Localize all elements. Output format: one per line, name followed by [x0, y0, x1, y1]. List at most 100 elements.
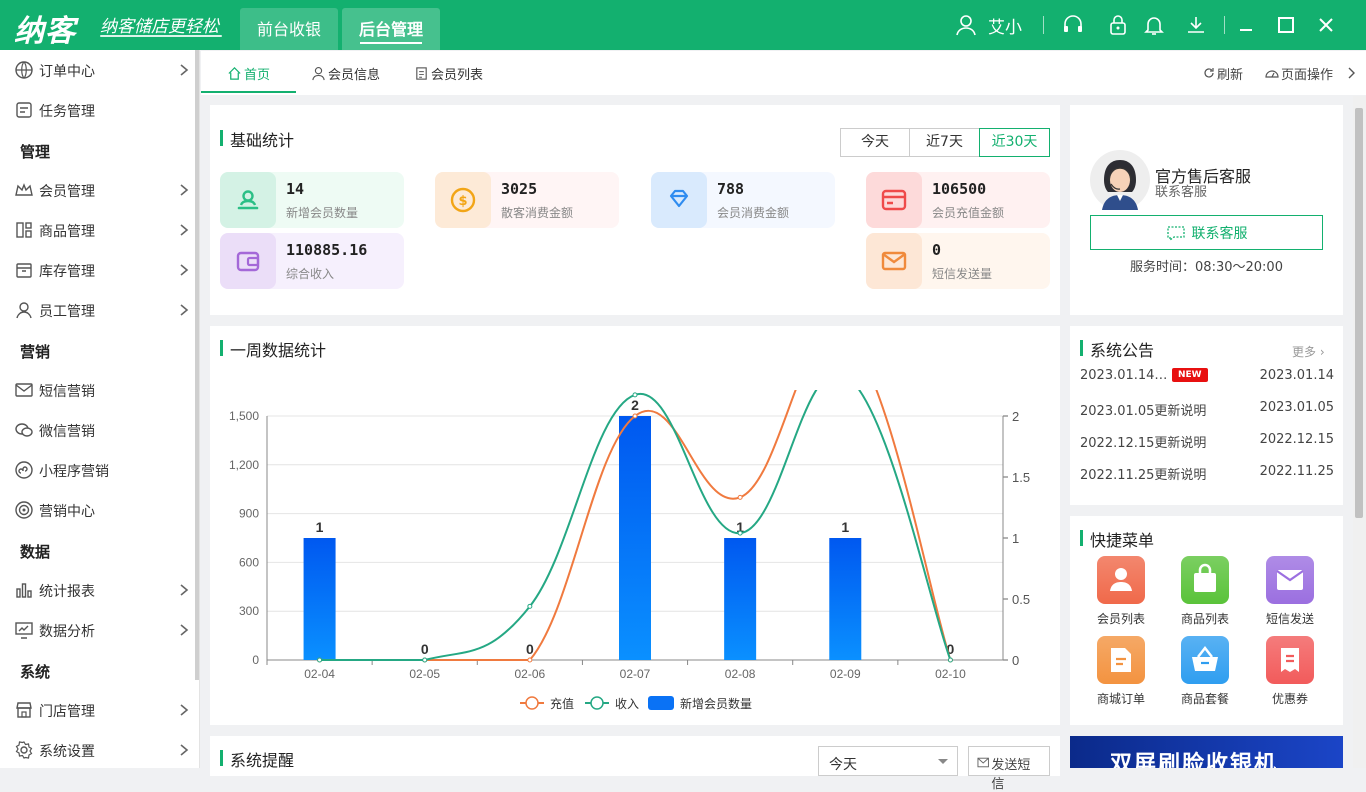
notice-more-link[interactable]: 更多 ›: [1292, 343, 1325, 360]
notice-item[interactable]: 2023.01.05更新说明 2023.01.05: [1080, 400, 1334, 420]
y-right-tick-label: 2: [1012, 409, 1019, 424]
stat-tile[interactable]: 14 新增会员数量: [220, 172, 404, 228]
chevron-right-icon: [180, 584, 189, 596]
sidebar-item[interactable]: 小程序营销: [0, 450, 196, 490]
close-icon[interactable]: [1315, 14, 1337, 36]
quick-menu-title: 快捷菜单: [1079, 527, 1154, 551]
sidebar-item[interactable]: 门店管理: [0, 690, 196, 730]
sidebar-item[interactable]: 数据分析: [0, 610, 196, 650]
tab-label: 会员信息: [328, 67, 381, 83]
range-7days-button[interactable]: 近7天: [909, 128, 980, 157]
quick-menu-item[interactable]: 会员列表: [1086, 556, 1156, 627]
store-icon: [16, 702, 32, 718]
notice-text: 2022.11.25更新说明: [1080, 468, 1207, 483]
sidebar-item[interactable]: 任务管理: [0, 90, 196, 130]
active-tab-underline: [360, 42, 422, 44]
reminder-range-select[interactable]: 今天: [818, 746, 958, 776]
quick-menu-label: 商城订单: [1096, 692, 1145, 706]
tab-member-info[interactable]: 会员信息: [311, 51, 380, 95]
slogan-underline: [100, 35, 222, 37]
range-30days-button[interactable]: 近30天: [979, 128, 1050, 157]
sidebar-item-label: 营销中心: [39, 504, 95, 520]
tab-member-list[interactable]: 会员列表: [414, 51, 483, 95]
sidebar-item[interactable]: 微信营销: [0, 410, 196, 450]
quick-menu-item[interactable]: 商品套餐: [1170, 636, 1240, 707]
y-left-tick-label: 600: [239, 555, 259, 569]
sidebar-item[interactable]: 系统设置: [0, 730, 196, 770]
active-tab-indicator: [201, 91, 296, 93]
sidebar-item[interactable]: 短信营销: [0, 370, 196, 410]
sidebar-item[interactable]: 商品管理: [0, 210, 196, 250]
coupon-icon: [1281, 648, 1299, 672]
stat-icon-box: [220, 233, 276, 289]
stat-label: 新增会员数量: [286, 206, 359, 220]
target-icon: [15, 501, 33, 519]
chevron-right-icon: [180, 304, 189, 316]
scrollbar-thumb[interactable]: [1355, 108, 1363, 518]
bell-icon[interactable]: [1143, 14, 1165, 36]
sidebar-item[interactable]: 员工管理: [0, 290, 196, 330]
page-operations-button[interactable]: 页面操作: [1265, 51, 1333, 95]
quick-menu-item[interactable]: 商城订单: [1086, 636, 1156, 707]
top-tab-cashier[interactable]: 前台收银: [240, 8, 338, 50]
sidebar-item[interactable]: 库存管理: [0, 250, 196, 290]
quick-menu-item[interactable]: 优惠券: [1255, 636, 1325, 707]
sidebar-item-label: 小程序营销: [39, 464, 109, 480]
stat-icon-box: [651, 172, 707, 228]
divider: [1043, 16, 1044, 34]
stat-tile[interactable]: 106500 会员充值金额: [866, 172, 1050, 228]
wechat-icon: [15, 423, 33, 437]
divider: [1224, 16, 1225, 34]
legend-point-marker: [590, 696, 604, 710]
line-point: [737, 494, 743, 500]
notice-date: 2023.01.14: [1259, 368, 1334, 383]
headset-icon[interactable]: [1062, 14, 1084, 36]
reminder-range-value: 今天: [829, 757, 857, 773]
main-scrollbar[interactable]: [1353, 96, 1366, 768]
basket-icon: [1192, 645, 1218, 671]
notice-date: 2022.12.15: [1259, 432, 1334, 447]
notice-item[interactable]: 2022.12.15更新说明 2022.12.15: [1080, 432, 1334, 452]
inventory-icon: [16, 263, 32, 278]
sidebar-item[interactable]: 订单中心: [0, 50, 196, 90]
maximize-icon[interactable]: [1275, 14, 1297, 36]
stat-tile[interactable]: 110885.16 综合收入: [220, 233, 404, 289]
user-icon[interactable]: [955, 14, 977, 36]
stat-label: 综合收入: [286, 267, 335, 281]
service-subtitle: 联系客服: [1155, 185, 1208, 200]
download-icon[interactable]: [1185, 14, 1207, 36]
chevron-right-icon: [180, 224, 189, 236]
chat-icon: [1166, 225, 1185, 241]
send-sms-button[interactable]: 发送短信: [968, 746, 1050, 792]
promo-banner[interactable]: 双屏刷脸收银机: [1070, 736, 1343, 768]
minimize-icon[interactable]: [1235, 14, 1257, 36]
notice-item[interactable]: 2023.01.14… NEW 2023.01.14: [1080, 368, 1334, 388]
top-tab-label: 后台管理: [358, 20, 423, 39]
envelope-icon: [881, 251, 907, 271]
top-tab-admin[interactable]: 后台管理: [342, 8, 440, 50]
stat-tile[interactable]: $ 3025 散客消费金额: [435, 172, 619, 228]
stat-icon-box: [866, 172, 922, 228]
stat-tile[interactable]: 0 短信发送量: [866, 233, 1050, 289]
quick-menu-item[interactable]: 短信发送: [1255, 556, 1325, 627]
sidebar-item[interactable]: 营销中心: [0, 490, 196, 530]
range-today-button[interactable]: 今天: [840, 128, 910, 157]
username[interactable]: 艾小: [988, 13, 1022, 38]
top-tab-label: 前台收银: [256, 20, 321, 39]
lock-icon[interactable]: [1107, 14, 1129, 36]
sidebar-item[interactable]: 统计报表: [0, 570, 196, 610]
sidebar-group-heading: 系统: [20, 663, 51, 681]
sidebar-item[interactable]: 会员管理: [0, 170, 196, 210]
sidebar-item-label: 库存管理: [39, 264, 95, 280]
quick-menu-item[interactable]: 商品列表: [1170, 556, 1240, 627]
tab-home[interactable]: 首页: [227, 51, 270, 95]
notice-item[interactable]: 2022.11.25更新说明 2022.11.25: [1080, 464, 1334, 484]
quick-menu-label: 商品套餐: [1180, 692, 1229, 706]
stat-tile[interactable]: 788 会员消费金额: [651, 172, 835, 228]
report-icon: [16, 583, 32, 598]
contact-service-button[interactable]: 联系客服: [1090, 215, 1323, 250]
refresh-button[interactable]: 刷新: [1203, 51, 1243, 95]
chevron-right-icon: [180, 184, 189, 196]
chevron-right-icon[interactable]: [1346, 67, 1356, 79]
globe-icon: [15, 61, 33, 79]
